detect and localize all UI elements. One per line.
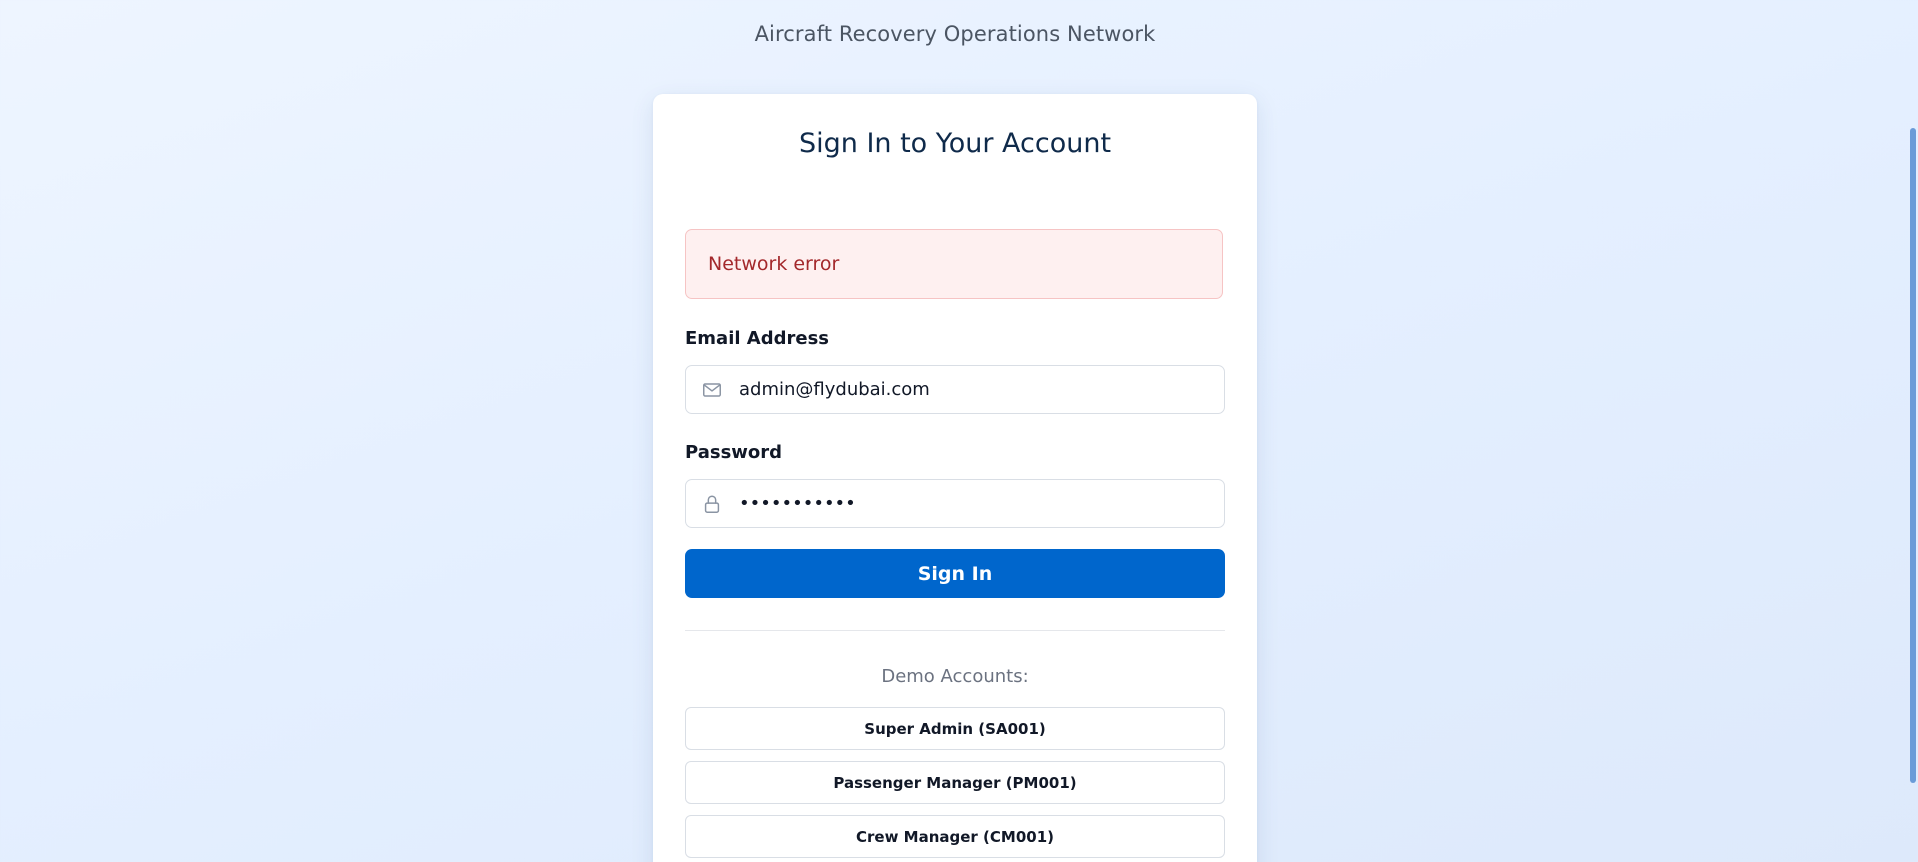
password-label: Password	[685, 442, 783, 463]
sign-in-button[interactable]: Sign In	[685, 549, 1225, 598]
app-subtitle: Aircraft Recovery Operations Network	[754, 22, 1156, 46]
error-alert: Network error	[685, 229, 1223, 299]
page-scrollbar[interactable]	[1908, 0, 1918, 862]
email-input[interactable]	[739, 379, 1209, 400]
email-label: Email Address	[685, 328, 830, 349]
login-card: Sign In to Your Account Network error Em…	[653, 94, 1257, 862]
lock-icon	[700, 492, 724, 516]
page-title: Sign In to Your Account	[798, 128, 1112, 159]
error-message: Network error	[708, 253, 840, 275]
password-field[interactable]	[685, 479, 1225, 528]
mail-icon	[700, 378, 724, 402]
demo-accounts-title: Demo Accounts:	[881, 666, 1029, 687]
email-field[interactable]	[685, 365, 1225, 414]
demo-account-super-admin-button[interactable]: Super Admin (SA001)	[685, 707, 1225, 750]
password-input[interactable]	[739, 493, 1209, 514]
demo-account-crew-manager-button[interactable]: Crew Manager (CM001)	[685, 815, 1225, 858]
demo-account-passenger-manager-button[interactable]: Passenger Manager (PM001)	[685, 761, 1225, 804]
divider	[685, 630, 1225, 631]
scrollbar-thumb[interactable]	[1910, 128, 1916, 783]
